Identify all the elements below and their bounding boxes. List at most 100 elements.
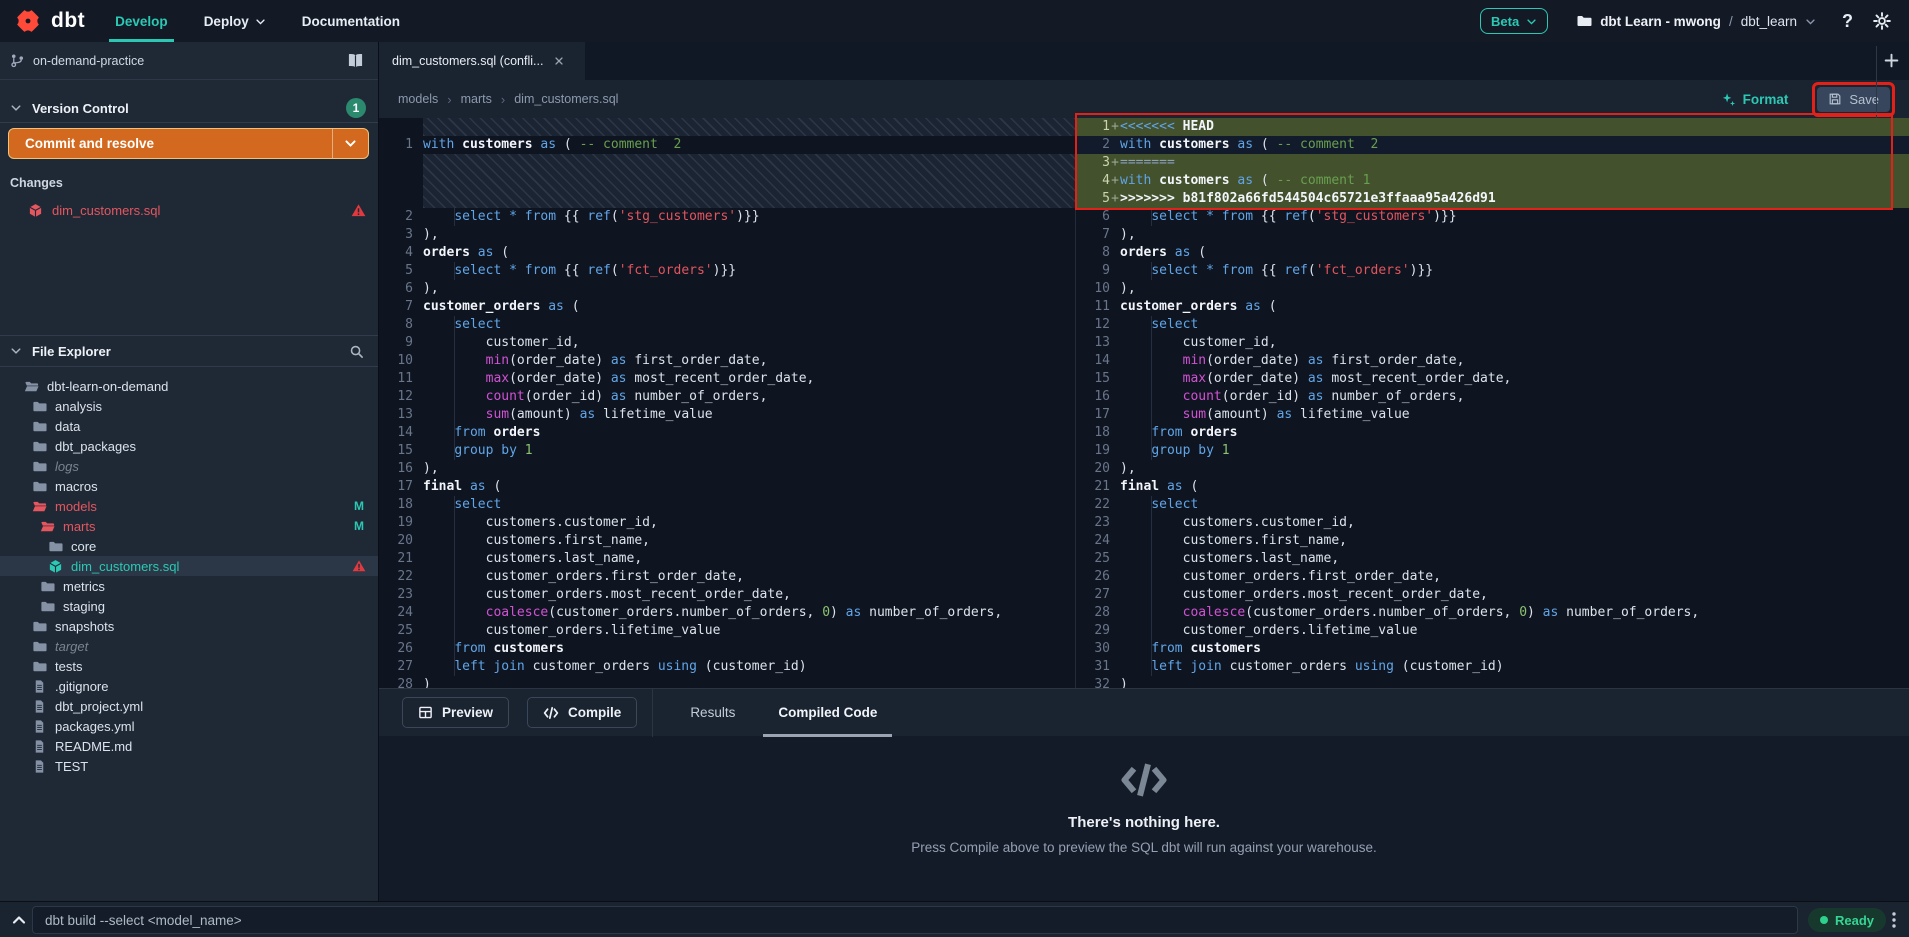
gear-icon[interactable]: [1873, 12, 1891, 30]
code-line[interactable]: 6),: [379, 280, 1075, 298]
code-line[interactable]: 1with customers as ( -- comment 2: [379, 136, 1075, 154]
code-line[interactable]: 23 customers.customer_id,: [1076, 514, 1909, 532]
save-button[interactable]: Save: [1817, 87, 1890, 112]
tree-item-staging[interactable]: staging: [0, 596, 378, 616]
project-selector[interactable]: dbt Learn - mwong / dbt_learn: [1576, 13, 1816, 29]
code-line[interactable]: 6 select * from {{ ref('stg_customers')}…: [1076, 208, 1909, 226]
code-line[interactable]: 8orders as (: [1076, 244, 1909, 262]
code-line[interactable]: 2 select * from {{ ref('stg_customers')}…: [379, 208, 1075, 226]
code-line[interactable]: 12 select: [1076, 316, 1909, 334]
tree-item-packages-yml[interactable]: packages.yml: [0, 716, 378, 736]
commit-options-caret[interactable]: [332, 129, 368, 158]
new-tab-plus-icon[interactable]: [1883, 52, 1900, 69]
beta-dropdown[interactable]: Beta: [1480, 8, 1548, 34]
code-line[interactable]: 22 customer_orders.first_order_date,: [379, 568, 1075, 586]
code-line[interactable]: 31 left join customer_orders using (cust…: [1076, 658, 1909, 676]
help-icon[interactable]: ?: [1842, 11, 1853, 32]
code-line[interactable]: 18 from orders: [1076, 424, 1909, 442]
tree-item-dbt-packages[interactable]: dbt_packages: [0, 436, 378, 456]
code-line[interactable]: 27 left join customer_orders using (cust…: [379, 658, 1075, 676]
code-line[interactable]: 26 customer_orders.first_order_date,: [1076, 568, 1909, 586]
docs-book-icon[interactable]: [347, 52, 364, 69]
code-line[interactable]: 28 coalesce(customer_orders.number_of_or…: [1076, 604, 1909, 622]
code-line[interactable]: 11 max(order_date) as most_recent_order_…: [379, 370, 1075, 388]
code-line[interactable]: 9 customer_id,: [379, 334, 1075, 352]
status-badge[interactable]: Ready: [1808, 908, 1886, 932]
code-line[interactable]: 15 max(order_date) as most_recent_order_…: [1076, 370, 1909, 388]
code-line[interactable]: 23 customer_orders.most_recent_order_dat…: [379, 586, 1075, 604]
code-line[interactable]: 27 customer_orders.most_recent_order_dat…: [1076, 586, 1909, 604]
compile-button[interactable]: Compile: [527, 697, 637, 728]
tab-dim-customers[interactable]: dim_customers.sql (confli...: [379, 42, 585, 80]
code-line[interactable]: 5 select * from {{ ref('fct_orders')}}: [379, 262, 1075, 280]
tree-item-data[interactable]: data: [0, 416, 378, 436]
tab-results[interactable]: Results: [684, 689, 741, 737]
format-button[interactable]: Format: [1721, 92, 1789, 107]
chevron-up-icon[interactable]: [11, 912, 27, 928]
breadcrumb-file[interactable]: dim_customers.sql: [514, 92, 618, 106]
tree-item-readme-md[interactable]: README.md: [0, 736, 378, 756]
code-line[interactable]: 20 customers.first_name,: [379, 532, 1075, 550]
tree-item-test[interactable]: TEST: [0, 756, 378, 776]
code-line[interactable]: 24 customers.first_name,: [1076, 532, 1909, 550]
code-line[interactable]: 8 select: [379, 316, 1075, 334]
code-line[interactable]: 17final as (: [379, 478, 1075, 496]
code-line[interactable]: 5+>>>>>>> b81f802a66fd544504c65721e3ffaa…: [1076, 190, 1909, 208]
code-line[interactable]: 16 count(order_id) as number_of_orders,: [1076, 388, 1909, 406]
code-line[interactable]: 20),: [1076, 460, 1909, 478]
code-line[interactable]: 13 sum(amount) as lifetime_value: [379, 406, 1075, 424]
code-line[interactable]: 16),: [379, 460, 1075, 478]
diff-pane-current[interactable]: 1with customers as ( -- comment 2 2 selec…: [379, 118, 1076, 688]
tree-item--gitignore[interactable]: .gitignore: [0, 676, 378, 696]
dbt-command-input[interactable]: [32, 906, 1798, 934]
code-line[interactable]: 11customer_orders as (: [1076, 298, 1909, 316]
diff-pane-incoming[interactable]: 1+<<<<<<< HEAD2with customers as ( -- co…: [1076, 118, 1909, 688]
breadcrumb-marts[interactable]: marts: [461, 92, 492, 106]
code-line[interactable]: 21 customers.last_name,: [379, 550, 1075, 568]
code-line[interactable]: 14 from orders: [379, 424, 1075, 442]
git-branch-row[interactable]: on-demand-practice: [0, 42, 378, 80]
code-line[interactable]: 1+<<<<<<< HEAD: [1076, 118, 1909, 136]
tree-item-tests[interactable]: tests: [0, 656, 378, 676]
nav-item-documentation[interactable]: Documentation: [302, 0, 400, 42]
code-line[interactable]: 2with customers as ( -- comment 2: [1076, 136, 1909, 154]
tree-item-core[interactable]: core: [0, 536, 378, 556]
breadcrumb-models[interactable]: models: [398, 92, 438, 106]
code-line[interactable]: 24 coalesce(customer_orders.number_of_or…: [379, 604, 1075, 622]
tree-item-target[interactable]: target: [0, 636, 378, 656]
code-line[interactable]: 32): [1076, 676, 1909, 688]
close-icon[interactable]: [553, 55, 565, 67]
code-line[interactable]: 25 customer_orders.lifetime_value: [379, 622, 1075, 640]
tree-item-macros[interactable]: macros: [0, 476, 378, 496]
changed-file-row[interactable]: dim_customers.sql: [0, 198, 378, 222]
code-line[interactable]: 30 from customers: [1076, 640, 1909, 658]
nav-item-deploy[interactable]: Deploy: [204, 0, 266, 42]
code-line[interactable]: 3+=======: [1076, 154, 1909, 172]
tree-item-marts[interactable]: martsM: [0, 516, 378, 536]
tree-item-logs[interactable]: logs: [0, 456, 378, 476]
tree-item-models[interactable]: modelsM: [0, 496, 378, 516]
code-line[interactable]: 22 select: [1076, 496, 1909, 514]
code-line[interactable]: 4+with customers as ( -- comment 1: [1076, 172, 1909, 190]
tab-compiled-code[interactable]: Compiled Code: [772, 689, 883, 737]
code-line[interactable]: 3),: [379, 226, 1075, 244]
code-line[interactable]: 10),: [1076, 280, 1909, 298]
tree-item-metrics[interactable]: metrics: [0, 576, 378, 596]
code-line[interactable]: 15 group by 1: [379, 442, 1075, 460]
code-line[interactable]: 26 from customers: [379, 640, 1075, 658]
code-line[interactable]: 4orders as (: [379, 244, 1075, 262]
preview-button[interactable]: Preview: [402, 697, 509, 728]
code-line[interactable]: 14 min(order_date) as first_order_date,: [1076, 352, 1909, 370]
code-line[interactable]: 13 customer_id,: [1076, 334, 1909, 352]
dbt-logo[interactable]: dbt: [14, 7, 85, 35]
code-line[interactable]: 7customer_orders as (: [379, 298, 1075, 316]
code-line[interactable]: 18 select: [379, 496, 1075, 514]
code-line[interactable]: 28): [379, 676, 1075, 688]
code-line[interactable]: 7),: [1076, 226, 1909, 244]
tree-item-snapshots[interactable]: snapshots: [0, 616, 378, 636]
kebab-menu-icon[interactable]: [1886, 910, 1902, 930]
tree-item-analysis[interactable]: analysis: [0, 396, 378, 416]
code-line[interactable]: 25 customers.last_name,: [1076, 550, 1909, 568]
commit-and-resolve-button[interactable]: Commit and resolve: [8, 128, 369, 159]
version-control-header[interactable]: Version Control: [0, 94, 378, 122]
